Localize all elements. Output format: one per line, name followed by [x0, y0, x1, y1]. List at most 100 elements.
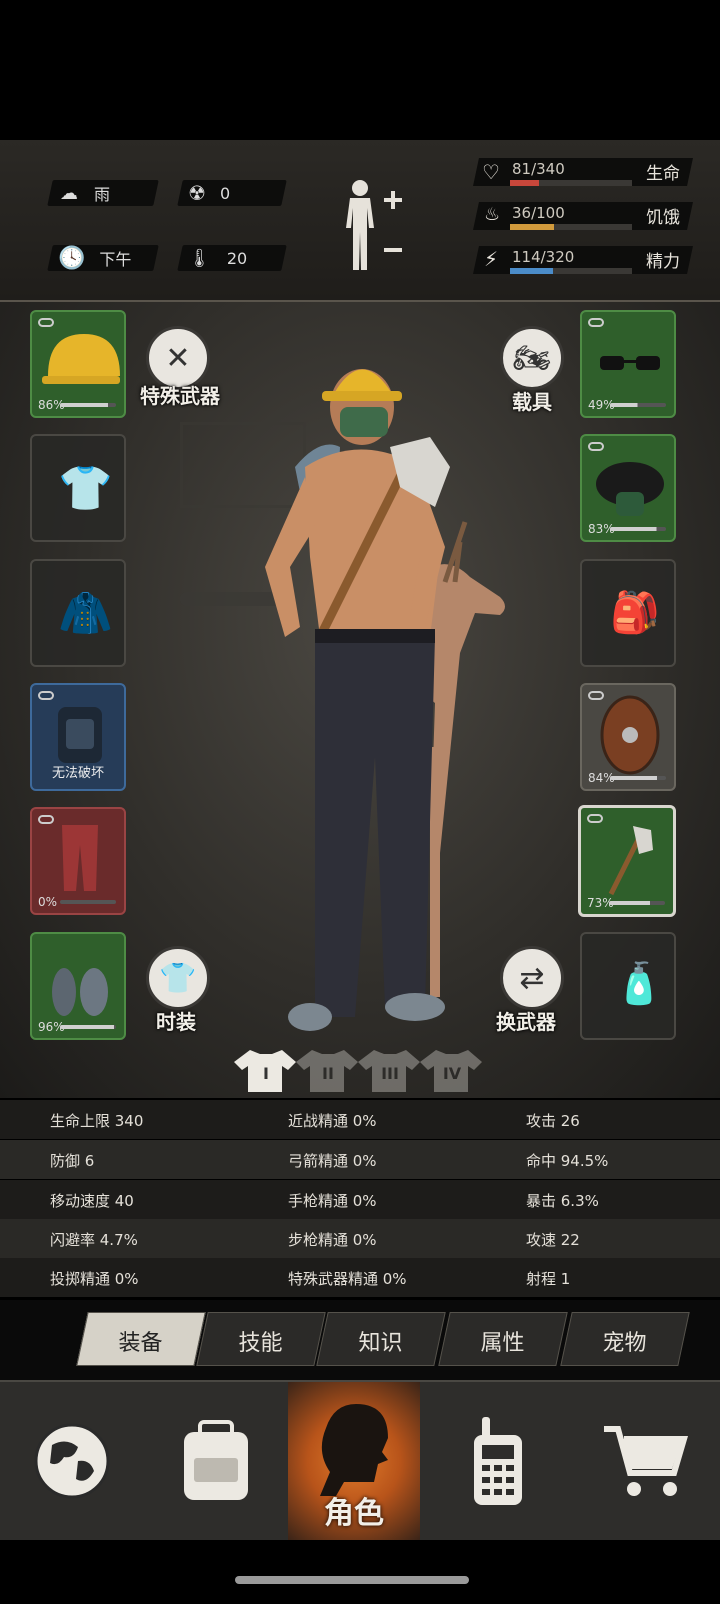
link-icon — [588, 442, 604, 451]
radiation-icon: ☢ — [188, 181, 206, 205]
nav-character-label: 角色 — [324, 1496, 384, 1531]
category-tabs: 装备 技能 知识 属性 宠物 — [0, 1300, 720, 1380]
special-weapon-label: 特殊武器 — [140, 384, 220, 408]
tab-label: 技能 — [238, 1331, 283, 1356]
temperature-value: 20 — [226, 248, 248, 268]
crossed-tools-icon: ✕ — [165, 340, 191, 376]
head-silhouette-icon — [320, 1404, 388, 1496]
tab-pets[interactable]: 宠物 — [560, 1312, 690, 1366]
glasses-icon — [600, 356, 660, 370]
slot-helmet[interactable]: 86% — [30, 310, 126, 418]
survivor-character — [265, 369, 505, 1031]
stat-cell: 命中 94.5% — [526, 1152, 609, 1170]
swap-arrows-icon: ⇄ — [519, 960, 545, 996]
stat-cell: 近战精通 0% — [288, 1112, 377, 1130]
slot-bag[interactable]: 🎒 — [580, 559, 676, 667]
rain-cloud-icon: ☁ — [60, 182, 78, 204]
hunger-text: 36/100 — [512, 204, 565, 222]
outfit-tab-3[interactable]: III — [358, 1046, 422, 1096]
fashion-label: 时装 — [156, 1010, 196, 1034]
slot-coat[interactable]: 🧥 — [30, 559, 126, 667]
slot-pants[interactable]: 0% — [30, 807, 126, 915]
hunger-label: 饥饿 — [646, 208, 680, 228]
stat-cell: 射程 1 — [526, 1270, 571, 1288]
tab-label: 装备 — [118, 1331, 163, 1356]
slot-gas-mask[interactable]: 83% — [580, 434, 676, 542]
nav-shop[interactable] — [570, 1382, 720, 1540]
shopping-cart-icon — [604, 1426, 689, 1496]
status-bar-area — [0, 0, 720, 140]
health-bar — [510, 180, 632, 186]
vehicle-button[interactable]: 🏍 — [500, 326, 564, 390]
tab-equipment[interactable]: 装备 — [76, 1312, 206, 1366]
sneakers-icon — [52, 968, 108, 1016]
home-indicator[interactable] — [235, 1576, 469, 1584]
pants-icon — [62, 825, 98, 891]
health-label: 生命 — [646, 164, 680, 184]
health-text: 81/340 — [512, 160, 565, 178]
time-chip: 🕓 下午 — [47, 245, 159, 271]
nav-world-map[interactable] — [0, 1382, 144, 1540]
stat-cell: 暴击 6.3% — [526, 1192, 599, 1210]
stat-cell: 步枪精通 0% — [288, 1231, 377, 1249]
backpack-icon — [184, 1420, 248, 1500]
energy-bar — [510, 268, 632, 274]
slot-shield[interactable]: 84% — [580, 683, 676, 791]
link-icon — [38, 815, 54, 824]
swap-weapon-button[interactable]: ⇄ — [500, 946, 564, 1010]
stats-table: 生命上限 340 近战精通 0% 攻击 26 防御 6 弓箭精通 0% 命中 9… — [0, 1100, 720, 1298]
energy-text: 114/320 — [512, 248, 575, 266]
energy-label: 精力 — [646, 252, 680, 272]
nav-radio[interactable] — [426, 1382, 570, 1540]
stat-cell: 防御 6 — [50, 1152, 95, 1170]
weather-label: 雨 — [94, 185, 111, 204]
durability-bar — [610, 527, 666, 531]
gas-mask-icon — [596, 462, 664, 516]
body-status-icon[interactable] — [338, 176, 408, 276]
slot-shoes[interactable]: 96% — [30, 932, 126, 1040]
stats-row: 防御 6 弓箭精通 0% 命中 94.5% — [0, 1140, 720, 1179]
slot-durability-pct: 0% — [38, 895, 58, 909]
stat-cell: 投掷精通 0% — [50, 1270, 139, 1288]
stat-cell: 生命上限 340 — [50, 1112, 144, 1130]
t-shirt-icon: 👕 — [159, 960, 197, 996]
nav-character[interactable]: 角色 — [288, 1382, 420, 1540]
tab-skills[interactable]: 技能 — [196, 1312, 326, 1366]
link-icon — [588, 318, 604, 327]
tab-attributes[interactable]: 属性 — [438, 1312, 568, 1366]
outfit-tab-2[interactable]: II — [296, 1046, 360, 1096]
hard-hat-icon — [42, 334, 120, 384]
slot-axe[interactable]: 73% — [578, 805, 676, 917]
wooden-shield-icon — [600, 695, 660, 775]
stat-cell: 攻击 26 — [526, 1112, 580, 1130]
slot-backpack[interactable]: 无法破坏 — [30, 683, 126, 791]
tab-label: 知识 — [358, 1331, 403, 1356]
lightning-icon: ⚡ — [484, 247, 499, 271]
nav-inventory[interactable] — [144, 1382, 288, 1540]
outfit-tab-4[interactable]: IV — [420, 1046, 484, 1096]
outfit-tab-1[interactable]: I — [234, 1046, 298, 1096]
durability-bar — [60, 403, 116, 407]
slot-shirt[interactable]: 👕 — [30, 434, 126, 542]
durability-bar — [610, 776, 666, 780]
bottle-icon: 🧴 — [614, 961, 664, 1007]
tab-knowledge[interactable]: 知识 — [316, 1312, 446, 1366]
outfit-tab-label: III — [381, 1064, 399, 1083]
thermometer-icon: 🌡 — [188, 247, 211, 269]
backpack-icon — [58, 707, 102, 763]
weather-chip: ☁ 雨 — [47, 180, 159, 206]
stat-cell: 攻速 22 — [526, 1231, 580, 1249]
stats-row: 生命上限 340 近战精通 0% 攻击 26 — [0, 1100, 720, 1139]
stats-row: 移动速度 40 手枪精通 0% 暴击 6.3% — [0, 1180, 720, 1219]
stomach-icon: ♨ — [484, 204, 501, 225]
stats-row: 投掷精通 0% 特殊武器精通 0% 射程 1 — [0, 1258, 720, 1297]
slot-bottle[interactable]: 🧴 — [580, 932, 676, 1040]
temperature-chip: 🌡 20 — [177, 245, 287, 271]
fashion-button[interactable]: 👕 — [146, 946, 210, 1010]
walkie-talkie-icon — [474, 1417, 522, 1505]
bag-icon: 🎒 — [610, 590, 660, 636]
hud-panel: ☁ 雨 ☢ 0 🕓 下午 🌡 20 ♡ 81/340 生命 ♨ 36/100 饥… — [0, 140, 720, 302]
vehicle-label: 载具 — [512, 390, 552, 414]
slot-glasses[interactable]: 49% — [580, 310, 676, 418]
stat-cell: 手枪精通 0% — [288, 1192, 377, 1210]
